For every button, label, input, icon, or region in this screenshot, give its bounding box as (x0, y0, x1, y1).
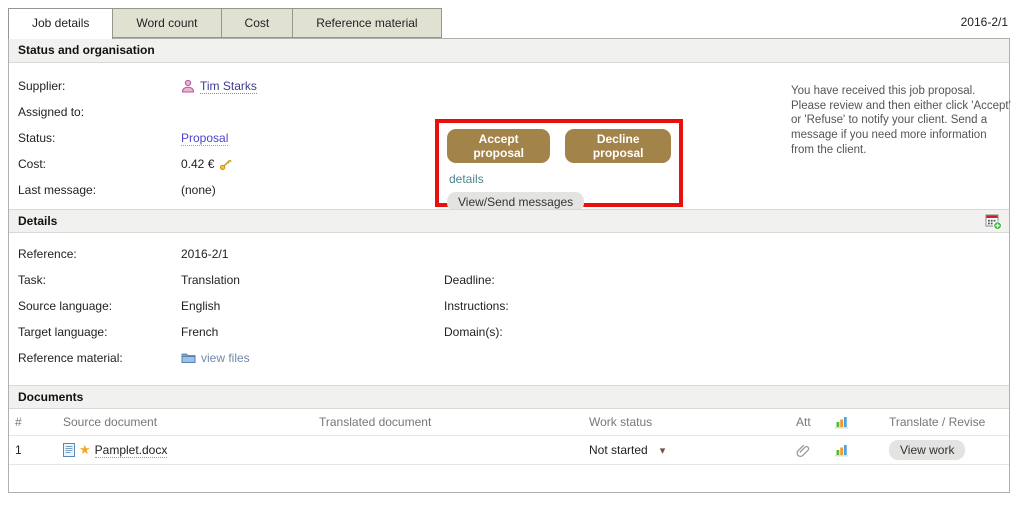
document-row: 1 ★ Pamplet.docx Not started ▾ (9, 436, 1009, 465)
field-label: Source language: (18, 299, 181, 313)
section-title: Documents (18, 390, 83, 404)
col-statistics (828, 415, 883, 429)
field-status: Status: Proposal (18, 125, 257, 151)
status-fields: Supplier: Tim Starks Assigned to: Status… (18, 73, 257, 203)
view-work-button[interactable]: View work (889, 440, 965, 460)
field-target-language: Target language: French (18, 319, 250, 345)
field-cost: Cost: 0.42 € (18, 151, 257, 177)
section-header-documents: Documents (9, 385, 1009, 409)
col-translate-revise: Translate / Revise (883, 415, 1009, 429)
favorite-star-icon: ★ (79, 442, 91, 458)
status-link[interactable]: Proposal (181, 131, 228, 146)
field-task: Task: Translation (18, 267, 250, 293)
section-title: Details (18, 214, 57, 228)
field-label: Status: (18, 131, 181, 145)
field-label: Cost: (18, 157, 181, 171)
key-icon[interactable] (219, 158, 232, 171)
field-reference-material: Reference material: view files (18, 345, 250, 371)
field-reference: Reference: 2016-2/1 (18, 241, 250, 267)
col-source-document: Source document (57, 415, 313, 429)
field-instructions: Instructions: (444, 293, 607, 319)
section-header-status: Status and organisation (9, 39, 1009, 63)
details-left-fields: Reference: 2016-2/1 Task: Translation So… (18, 241, 250, 371)
field-label: Reference: (18, 247, 181, 261)
col-attachments: Att (790, 415, 828, 429)
work-status-dropdown-icon[interactable]: ▾ (660, 444, 666, 457)
field-supplier: Supplier: Tim Starks (18, 73, 257, 99)
job-details-panel: Status and organisation Supplier: Tim St… (8, 38, 1010, 493)
decline-proposal-button[interactable]: Decline proposal (565, 129, 671, 163)
work-status-value: Not started (589, 443, 648, 457)
section-header-details: Details (9, 209, 1009, 233)
field-label: Domain(s): (444, 325, 607, 339)
field-label: Target language: (18, 325, 181, 339)
attachment-paperclip-icon[interactable] (796, 443, 811, 458)
last-message-value: (none) (181, 183, 216, 197)
documents-table: # Source document Translated document Wo… (9, 409, 1009, 465)
field-source-language: Source language: English (18, 293, 250, 319)
add-to-calendar-icon[interactable] (985, 213, 1002, 230)
row-number: 1 (9, 443, 57, 457)
row-statistics-icon[interactable] (834, 443, 849, 457)
section-title: Status and organisation (18, 43, 155, 57)
tab-cost[interactable]: Cost (222, 8, 294, 38)
person-icon (181, 79, 195, 93)
field-label: Last message: (18, 183, 181, 197)
source-document-link[interactable]: Pamplet.docx (95, 443, 168, 458)
tab-word-count[interactable]: Word count (113, 8, 221, 38)
supplier-link[interactable]: Tim Starks (200, 79, 257, 94)
details-link[interactable]: details (449, 172, 484, 186)
details-right-fields: Deadline: Instructions: Domain(s): (444, 267, 607, 345)
col-work-status: Work status (583, 415, 790, 429)
field-label: Deadline: (444, 273, 607, 287)
tab-job-details[interactable]: Job details (8, 8, 113, 39)
field-label: Assigned to: (18, 105, 181, 119)
source-language-value: English (181, 299, 220, 313)
accept-proposal-button[interactable]: Accept proposal (447, 129, 550, 163)
reference-value: 2016-2/1 (181, 247, 228, 261)
col-translated-document: Translated document (313, 415, 583, 429)
documents-table-header: # Source document Translated document Wo… (9, 409, 1009, 436)
field-label: Reference material: (18, 351, 181, 365)
folder-icon (181, 352, 196, 364)
target-language-value: French (181, 325, 218, 339)
field-label: Supplier: (18, 79, 181, 93)
field-assigned-to: Assigned to: (18, 99, 257, 125)
task-value: Translation (181, 273, 240, 287)
field-label: Instructions: (444, 299, 607, 313)
field-label: Task: (18, 273, 181, 287)
tab-bar: Job details Word count Cost Reference ma… (8, 8, 442, 39)
document-icon (63, 443, 75, 457)
view-files-link[interactable]: view files (201, 351, 250, 365)
proposal-action-highlight: Accept proposal Decline proposal details… (435, 119, 683, 207)
cost-value: 0.42 € (181, 157, 214, 171)
field-domains: Domain(s): (444, 319, 607, 345)
bar-chart-icon (834, 415, 849, 429)
tab-reference-material[interactable]: Reference material (293, 8, 441, 38)
job-reference-label: 2016-2/1 (961, 15, 1008, 29)
field-deadline: Deadline: (444, 267, 607, 293)
proposal-notice-text: You have received this job proposal. Ple… (791, 84, 1011, 158)
field-last-message: Last message: (none) (18, 177, 257, 203)
col-num: # (9, 415, 57, 429)
